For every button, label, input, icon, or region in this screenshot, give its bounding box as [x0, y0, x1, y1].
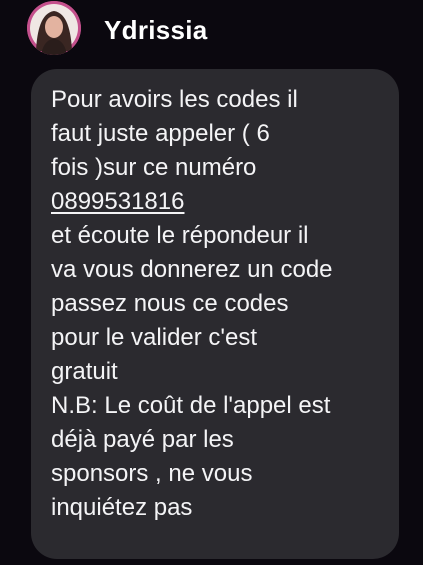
- sender-avatar[interactable]: [27, 1, 81, 55]
- avatar-photo-icon: [27, 1, 81, 55]
- message-text: Pour avoirs les codes il faut juste appe…: [51, 83, 389, 525]
- message-bubble[interactable]: Pour avoirs les codes il faut juste appe…: [31, 69, 399, 559]
- message-text-intro: Pour avoirs les codes il faut juste appe…: [51, 86, 298, 181]
- conversation-header: Ydrissia: [0, 0, 423, 64]
- message-text-body: et écoute le répondeur il va vous donner…: [51, 222, 333, 521]
- sender-name[interactable]: Ydrissia: [104, 15, 208, 45]
- phone-number-link[interactable]: 0899531816: [51, 188, 184, 215]
